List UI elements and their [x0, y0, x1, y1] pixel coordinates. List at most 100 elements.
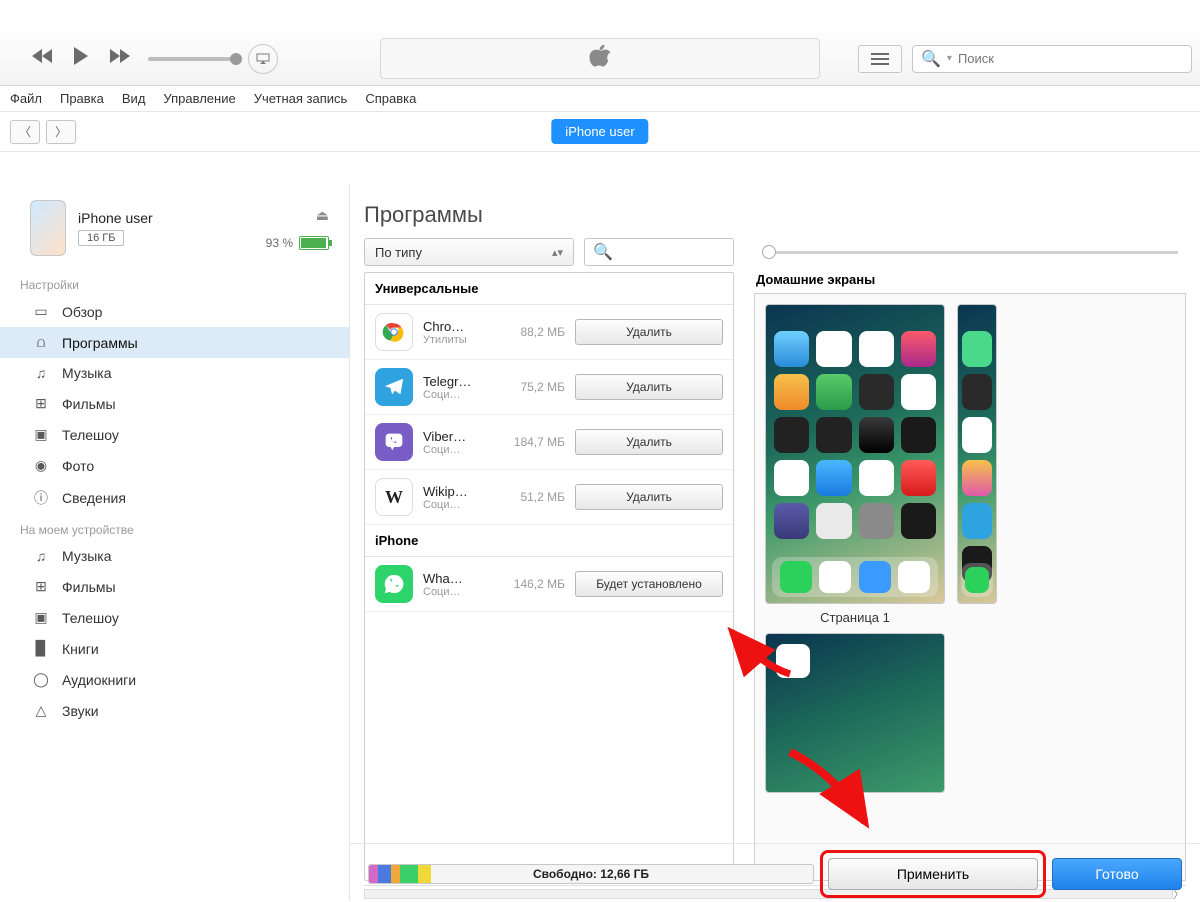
remove-button[interactable]: Удалить	[575, 484, 723, 510]
screens-column: Домашние экраны	[754, 238, 1186, 881]
sidebar-item-summary[interactable]: ▭Обзор	[0, 296, 349, 327]
movies-icon: ⊞	[32, 395, 50, 412]
apps-icon: ⩍	[32, 334, 50, 351]
sidebar-item-movies[interactable]: ⊞Фильмы	[0, 388, 349, 419]
eject-button[interactable]: ⏏	[316, 207, 329, 224]
bottom-bar: Свободно: 12,66 ГБ Применить Готово	[350, 843, 1200, 893]
apple-logo-icon	[589, 43, 611, 74]
done-button[interactable]: Готово	[1052, 858, 1182, 890]
menu-controls[interactable]: Управление	[163, 91, 235, 106]
app-size: 88,2 МБ	[503, 325, 565, 339]
app-row-whatsapp[interactable]: Wha…Соци… 146,2 МБ Будет установлено	[365, 557, 733, 612]
wikipedia-icon: W	[375, 478, 413, 516]
will-install-button[interactable]: Будет установлено	[575, 571, 723, 597]
sidebar-item-apps[interactable]: ⩍Программы	[0, 327, 349, 358]
back-button[interactable]: 〈	[10, 120, 40, 144]
apps-list: Универсальные Chro…Утилиты 88,2 МБ Удали…	[364, 272, 734, 881]
sidebar-item-music[interactable]: ♫Музыка	[0, 358, 349, 388]
device-row: iPhone user 16 ГБ ⏏ 93 %	[0, 192, 349, 270]
device-thumb-icon	[30, 200, 66, 256]
sidebar-header-settings: Настройки	[0, 270, 349, 296]
apply-button[interactable]: Применить	[828, 858, 1038, 890]
movies-icon: ⊞	[32, 578, 50, 595]
viber-icon	[375, 423, 413, 461]
tv-icon: ▣	[32, 609, 50, 626]
search-icon: 🔍	[921, 49, 941, 69]
sidebar: iPhone user 16 ГБ ⏏ 93 % Настройки ▭Обзо…	[0, 184, 350, 901]
sidebar-item-dev-music[interactable]: ♫Музыка	[0, 541, 349, 571]
menu-view[interactable]: Вид	[122, 91, 146, 106]
zoom-slider[interactable]	[762, 251, 1178, 254]
play-button[interactable]	[72, 45, 90, 72]
next-button[interactable]	[108, 47, 130, 70]
main-area: Программы По типу▴▾ 🔍 Универсальные Chro…	[350, 184, 1200, 901]
section-universal: Универсальные	[365, 273, 733, 305]
sort-select[interactable]: По типу▴▾	[364, 238, 574, 266]
home-screen-2[interactable]	[765, 633, 945, 793]
menu-account[interactable]: Учетная запись	[254, 91, 348, 106]
whatsapp-icon	[375, 565, 413, 603]
app-row-chrome[interactable]: Chro…Утилиты 88,2 МБ Удалить	[365, 305, 733, 360]
app-row-telegram[interactable]: Telegr…Соци… 75,2 МБ Удалить	[365, 360, 733, 415]
sidebar-header-ondevice: На моем устройстве	[0, 515, 349, 541]
home-screen-1[interactable]	[765, 304, 945, 604]
remove-button[interactable]: Удалить	[575, 429, 723, 455]
remove-button[interactable]: Удалить	[575, 374, 723, 400]
sidebar-item-dev-tv[interactable]: ▣Телешоу	[0, 602, 349, 633]
prev-button[interactable]	[32, 47, 54, 70]
device-name: iPhone user	[78, 210, 254, 226]
telegram-icon	[375, 368, 413, 406]
home-screens-label: Домашние экраны	[754, 266, 1186, 293]
sidebar-item-tvshows[interactable]: ▣Телешоу	[0, 419, 349, 450]
sidebar-item-dev-tones[interactable]: △Звуки	[0, 695, 349, 726]
home-screens-box: Страница 1	[754, 293, 1186, 881]
remove-button[interactable]: Удалить	[575, 319, 723, 345]
sidebar-item-info[interactable]: ⓘСведения	[0, 481, 349, 515]
tv-icon: ▣	[32, 426, 50, 443]
app-size: 184,7 МБ	[503, 435, 565, 449]
sidebar-item-photos[interactable]: ◉Фото	[0, 450, 349, 481]
books-icon: ▉	[32, 640, 50, 657]
apps-search[interactable]: 🔍	[584, 238, 734, 266]
music-icon: ♫	[32, 548, 50, 564]
storage-bar: Свободно: 12,66 ГБ	[368, 864, 814, 884]
volume-slider[interactable]	[148, 57, 238, 61]
page-1-label: Страница 1	[820, 610, 890, 625]
lcd-display	[380, 38, 820, 79]
app-size: 75,2 МБ	[503, 380, 565, 394]
sidebar-item-dev-books[interactable]: ▉Книги	[0, 633, 349, 664]
tones-icon: △	[32, 702, 50, 719]
app-row-wikipedia[interactable]: W Wikip…Соци… 51,2 МБ Удалить	[365, 470, 733, 525]
airplay-button[interactable]	[248, 44, 278, 74]
music-icon: ♫	[32, 365, 50, 381]
page-title: Программы	[350, 184, 1200, 238]
menu-bar: Файл Правка Вид Управление Учетная запис…	[0, 86, 1200, 112]
forward-button[interactable]: 〉	[46, 120, 76, 144]
sidebar-item-dev-audiobooks[interactable]: ◯Аудиокниги	[0, 664, 349, 695]
chevron-updown-icon: ▴▾	[552, 246, 563, 259]
menu-edit[interactable]: Правка	[60, 91, 104, 106]
apps-column: По типу▴▾ 🔍 Универсальные Chro…Утилиты 8…	[364, 238, 734, 881]
menu-file[interactable]: Файл	[10, 91, 42, 106]
device-capacity: 16 ГБ	[78, 230, 124, 246]
list-view-button[interactable]	[858, 45, 902, 73]
menu-help[interactable]: Справка	[365, 91, 416, 106]
search-box[interactable]: 🔍▾	[912, 45, 1192, 73]
section-iphone: iPhone	[365, 525, 733, 557]
sidebar-item-dev-movies[interactable]: ⊞Фильмы	[0, 571, 349, 602]
app-size: 51,2 МБ	[503, 490, 565, 504]
battery-status: 93 %	[266, 236, 329, 250]
nav-row: 〈 〉 iPhone user	[0, 112, 1200, 152]
app-row-viber[interactable]: Viber…Соци… 184,7 МБ Удалить	[365, 415, 733, 470]
search-icon: 🔍	[593, 242, 613, 262]
search-input[interactable]	[958, 51, 1183, 66]
audiobooks-icon: ◯	[32, 671, 50, 688]
photo-icon: ◉	[32, 457, 50, 474]
home-screen-side[interactable]	[957, 304, 997, 604]
app-size: 146,2 МБ	[503, 577, 565, 591]
info-icon: ⓘ	[32, 488, 50, 508]
chrome-icon	[375, 313, 413, 351]
summary-icon: ▭	[32, 303, 50, 320]
battery-icon	[299, 236, 329, 250]
device-pill[interactable]: iPhone user	[551, 119, 648, 144]
